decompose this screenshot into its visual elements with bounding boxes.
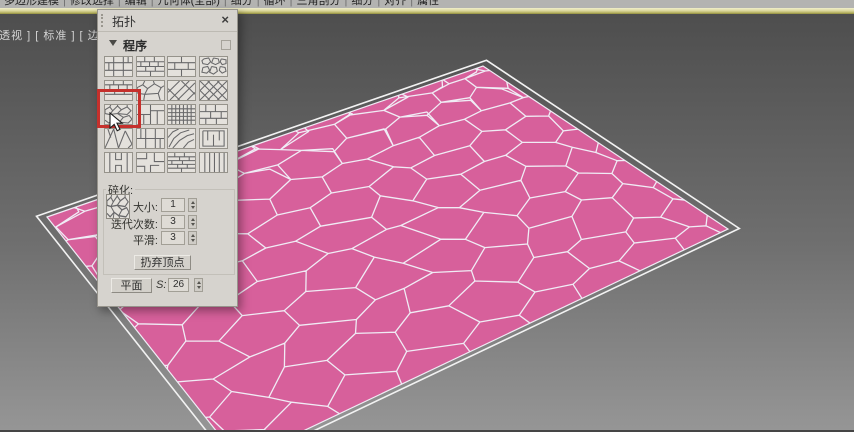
close-icon[interactable]: × bbox=[221, 12, 229, 27]
ribbon-panel-title[interactable]: 细分 bbox=[231, 0, 253, 7]
fracture-pattern-button[interactable] bbox=[106, 194, 130, 219]
program-section-label: 程序 bbox=[123, 37, 147, 54]
program-section-header[interactable]: 程序 bbox=[98, 35, 237, 55]
ribbon-panel-title[interactable]: 细分 bbox=[351, 0, 373, 7]
ribbon-panel-titles: 多边形建模|修改选择|编辑|几何体(全部)|细分|循环|三角剖分|细分|对齐|属… bbox=[4, 0, 439, 7]
pattern-button-stripes-vertical[interactable] bbox=[199, 152, 228, 173]
iterations-value[interactable]: 3 bbox=[161, 215, 185, 229]
pattern-button-block-offset[interactable] bbox=[199, 104, 228, 125]
topology-panel: 拓扑 × 程序 碎化: 大小:1迭代次数:3平滑:3 扔弃顶点 平面 S: 26 bbox=[97, 9, 238, 307]
panel-options-icon[interactable] bbox=[221, 40, 231, 50]
smooth-field-row: 平滑:3 bbox=[98, 231, 239, 246]
plane-s-prefix: S: bbox=[156, 279, 166, 291]
pattern-button-maze[interactable] bbox=[199, 128, 228, 149]
ribbon-panel-title[interactable]: 循环 bbox=[264, 0, 286, 7]
pattern-button-offset-grid[interactable] bbox=[136, 56, 165, 77]
pattern-button-bricks-wide[interactable] bbox=[167, 56, 196, 77]
ribbon-panel-title[interactable]: 编辑 bbox=[125, 0, 147, 7]
ribbon-panel-title[interactable]: 对齐 bbox=[384, 0, 406, 7]
ribbon-panel-title[interactable]: 几何体(全部) bbox=[158, 0, 220, 7]
pattern-button-leaf-curves[interactable] bbox=[167, 128, 196, 149]
pattern-button-l-blocks[interactable] bbox=[136, 152, 165, 173]
pattern-button-interlock[interactable] bbox=[104, 152, 133, 173]
ribbon-bar: 多边形建模|修改选择|编辑|几何体(全部)|细分|循环|三角剖分|细分|对齐|属… bbox=[0, 0, 854, 8]
plane-s-spinner[interactable] bbox=[194, 278, 203, 292]
pattern-button-pebbles[interactable] bbox=[199, 56, 228, 77]
pattern-button-diamond-hatch[interactable] bbox=[199, 80, 228, 101]
ribbon-panel-title[interactable]: 三角剖分 bbox=[296, 0, 340, 7]
pattern-button-checker-fine[interactable] bbox=[167, 104, 196, 125]
collapse-arrow-icon[interactable] bbox=[109, 40, 117, 46]
pattern-button-diagonal-lattice[interactable] bbox=[167, 80, 196, 101]
ribbon-panel-title[interactable]: 属性 bbox=[417, 0, 439, 7]
panel-title-bar[interactable]: 拓扑 × bbox=[98, 10, 237, 32]
size-label: 大小: bbox=[133, 199, 158, 215]
mouse-cursor bbox=[109, 112, 127, 134]
pattern-button-bricks-dense[interactable] bbox=[167, 152, 196, 173]
pattern-button-grid-sparse[interactable] bbox=[136, 128, 165, 149]
ribbon-panel-title[interactable]: 多边形建模 bbox=[4, 0, 59, 7]
ribbon-panel-title[interactable]: 修改选择 bbox=[70, 0, 114, 7]
discard-vertices-button[interactable]: 扔弃顶点 bbox=[134, 255, 191, 270]
plane-button[interactable]: 平面 bbox=[111, 278, 152, 293]
screen: [ 透视 ] [ 标准 ] [ 边面 ] 多边形建模|修改选择|编辑|几何体(全… bbox=[0, 0, 854, 432]
smooth-value[interactable]: 3 bbox=[161, 231, 185, 245]
panel-title: 拓扑 bbox=[112, 13, 136, 30]
smooth-label: 平滑: bbox=[133, 232, 158, 248]
plane-s-value[interactable]: 26 bbox=[168, 278, 189, 292]
size-spinner[interactable] bbox=[188, 198, 197, 212]
pattern-button-grid-cells[interactable] bbox=[104, 56, 133, 77]
iterations-spinner[interactable] bbox=[188, 215, 197, 229]
panel-grip[interactable] bbox=[101, 14, 103, 27]
size-value[interactable]: 1 bbox=[161, 198, 185, 212]
smooth-spinner[interactable] bbox=[188, 231, 197, 245]
